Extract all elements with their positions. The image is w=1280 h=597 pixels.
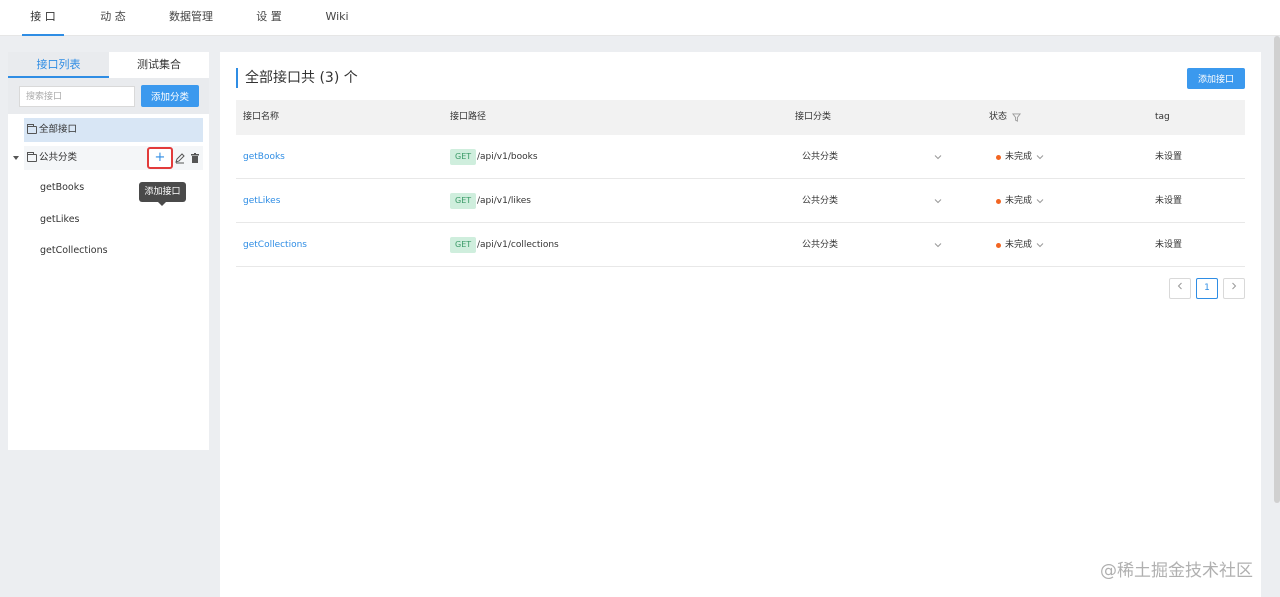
api-path: /api/v1/collections (477, 240, 559, 250)
col-name: 接口名称 (243, 112, 280, 122)
status-select[interactable]: 未完成 (1005, 135, 1032, 179)
tag-value: 未设置 (1155, 196, 1183, 206)
category-select[interactable]: 公共分类 (802, 179, 838, 223)
top-nav: 接 口 动 态 数据管理 设 置 Wiki (0, 0, 1280, 36)
tab-wiki[interactable]: Wiki (322, 0, 352, 36)
folder-icon (27, 124, 37, 134)
table-row: getCollections GET /api/v1/collections 公… (236, 223, 1245, 267)
col-path: 接口路径 (450, 112, 487, 122)
status-dot (996, 155, 1001, 160)
page-title: 全部接口共 (3) 个 (236, 68, 358, 88)
tab-test-collection[interactable]: 测试集合 (109, 52, 209, 78)
edit-icon[interactable] (174, 152, 186, 164)
col-category: 接口分类 (795, 112, 832, 122)
folder-icon (27, 152, 37, 162)
table-header: 接口名称 接口路径 接口分类 状态 tag (236, 100, 1245, 135)
tab-api-list[interactable]: 接口列表 (8, 52, 109, 78)
status-select[interactable]: 未完成 (1005, 179, 1032, 223)
col-tag: tag (1155, 112, 1170, 122)
chevron-down-icon[interactable] (1036, 197, 1044, 205)
tooltip: 添加接口 (139, 182, 186, 206)
search-input[interactable] (19, 86, 135, 107)
sidebar: 接口列表 测试集合 添加分类 全部接口 添加接口 公共分类 + getBooks… (8, 52, 209, 450)
status-select[interactable]: 未完成 (1005, 223, 1032, 267)
caret-down-icon[interactable] (13, 156, 19, 160)
sidebar-toolbar: 添加分类 (8, 78, 209, 114)
api-name-link[interactable]: getCollections (243, 223, 307, 267)
pagination-prev-button[interactable] (1169, 278, 1191, 299)
tree-leaf-getbooks[interactable]: getBooks (40, 182, 84, 193)
api-path: /api/v1/books (477, 152, 538, 162)
tab-data-management[interactable]: 数据管理 (166, 0, 216, 36)
api-name-link[interactable]: getBooks (243, 135, 285, 179)
category-select[interactable]: 公共分类 (802, 135, 838, 179)
tree-leaf-getlikes[interactable]: getLikes (40, 214, 80, 225)
col-status: 状态 (989, 112, 1008, 122)
watermark: @稀土掘金技术社区 (1100, 561, 1253, 581)
chevron-down-icon[interactable] (934, 153, 942, 161)
chevron-down-icon[interactable] (934, 241, 942, 249)
tree-leaf-getcollections[interactable]: getCollections (40, 245, 108, 256)
pagination-page-button[interactable]: 1 (1196, 278, 1218, 299)
tab-settings[interactable]: 设 置 (252, 0, 286, 36)
tree-node-category-label: 公共分类 (39, 152, 78, 163)
chevron-down-icon[interactable] (934, 197, 942, 205)
chevron-down-icon[interactable] (1036, 241, 1044, 249)
add-category-button[interactable]: 添加分类 (141, 85, 199, 107)
tab-activity[interactable]: 动 态 (96, 0, 130, 36)
tab-api[interactable]: 接 口 (22, 0, 64, 36)
page-scrollbar[interactable] (1274, 36, 1280, 503)
chevron-right-icon (1232, 282, 1237, 290)
tag-value: 未设置 (1155, 240, 1183, 250)
add-api-icon[interactable]: + (147, 147, 173, 169)
api-name-link[interactable]: getLikes (243, 179, 280, 223)
method-badge: GET (450, 237, 477, 253)
api-path: /api/v1/likes (477, 196, 531, 206)
table-row: getBooks GET /api/v1/books 公共分类 未完成 未设置 (236, 135, 1245, 179)
tree-node-all[interactable]: 全部接口 (24, 118, 203, 142)
method-badge: GET (450, 193, 477, 209)
status-dot (996, 243, 1001, 248)
chevron-left-icon (1177, 282, 1182, 290)
status-dot (996, 199, 1001, 204)
tag-value: 未设置 (1155, 152, 1183, 162)
tree-node-all-label: 全部接口 (39, 124, 78, 135)
category-select[interactable]: 公共分类 (802, 223, 838, 267)
pagination-next-button[interactable] (1223, 278, 1245, 299)
filter-icon[interactable] (1012, 113, 1021, 122)
method-badge: GET (450, 149, 477, 165)
main-panel: 全部接口共 (3) 个 添加接口 接口名称 接口路径 接口分类 状态 tag g… (220, 52, 1261, 597)
sidebar-tabs: 接口列表 测试集合 (8, 52, 209, 78)
delete-icon[interactable] (189, 152, 201, 164)
add-api-button[interactable]: 添加接口 (1187, 68, 1245, 89)
table-row: getLikes GET /api/v1/likes 公共分类 未完成 未设置 (236, 179, 1245, 223)
chevron-down-icon[interactable] (1036, 153, 1044, 161)
